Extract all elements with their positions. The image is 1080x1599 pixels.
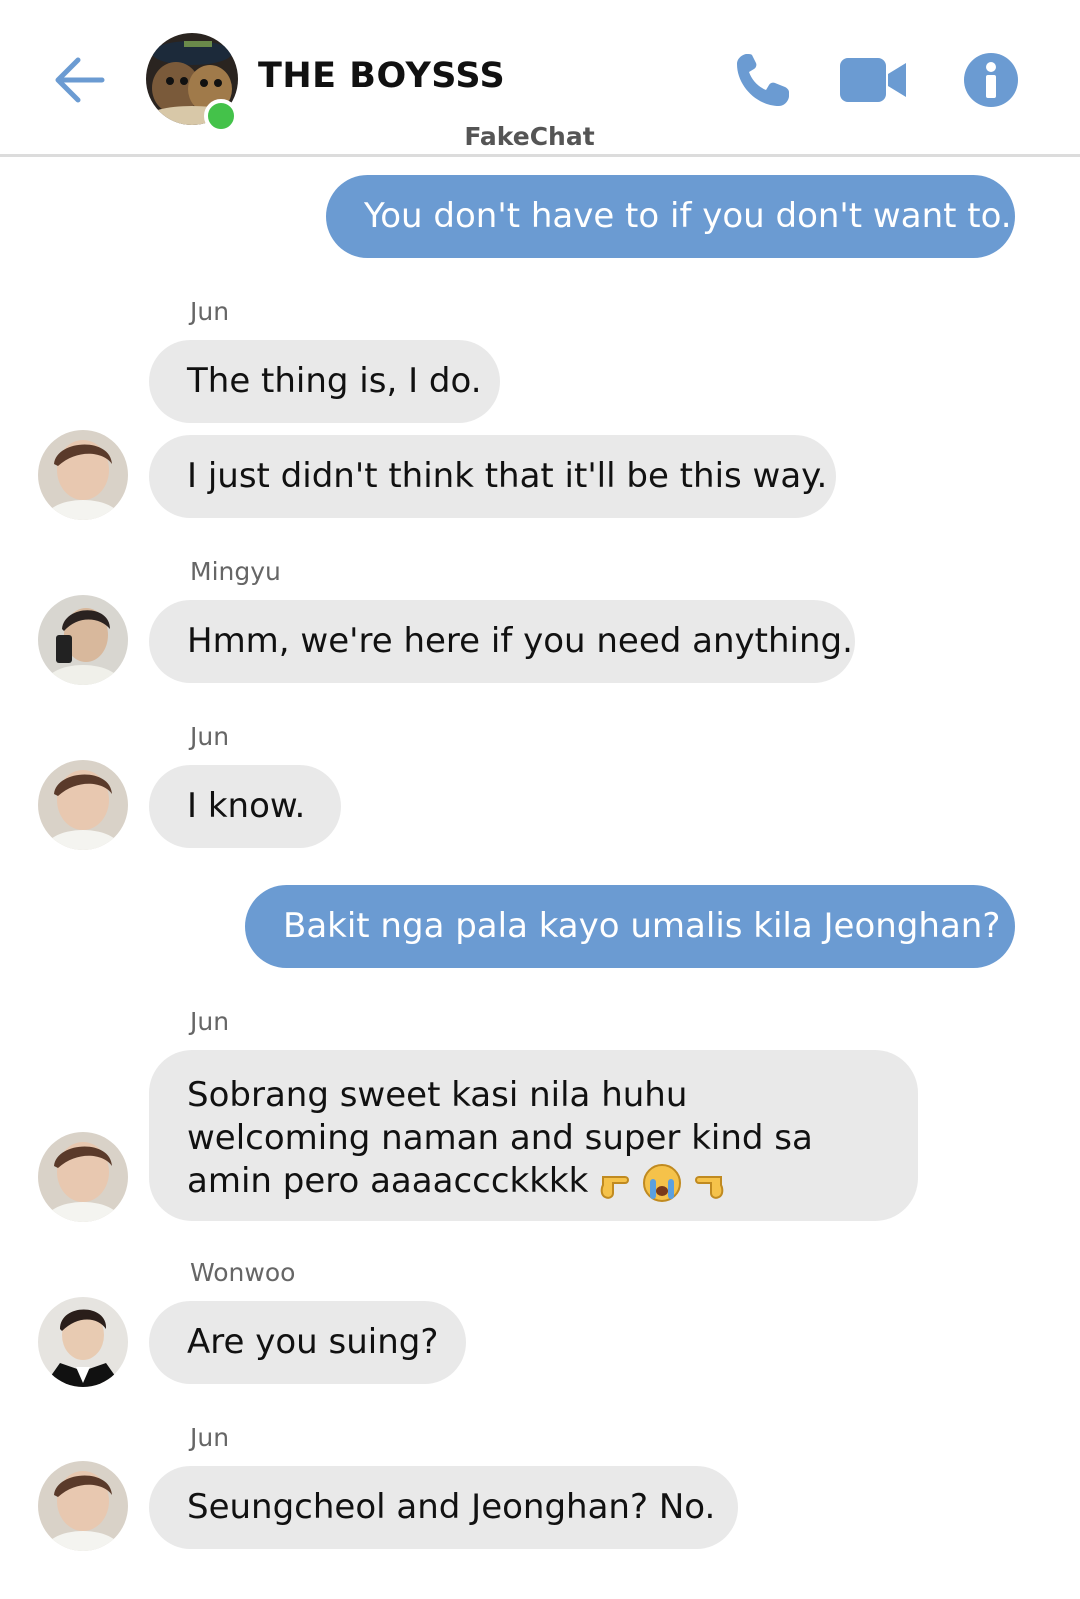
phone-icon[interactable]	[733, 50, 793, 110]
avatar-mingyu[interactable]	[38, 595, 128, 685]
incoming-message-bubble[interactable]: I just didn't think that it'll be this w…	[149, 435, 836, 518]
message-text: Seungcheol and Jeonghan? No.	[187, 1487, 716, 1527]
avatar-jun-image	[38, 760, 128, 850]
avatar-jun-image	[38, 1132, 128, 1222]
avatar-jun[interactable]	[38, 1461, 128, 1551]
sender-name: Jun	[190, 1007, 230, 1036]
chat-header: THE BOYSSS FakeChat	[0, 0, 1080, 157]
back-arrow-icon[interactable]	[52, 52, 108, 108]
avatar-jun[interactable]	[38, 430, 128, 520]
point-left-icon	[695, 1175, 724, 1199]
message-text: You don't have to if you don't want to.	[364, 196, 1012, 236]
incoming-message-bubble[interactable]: Sobrang sweet kasi nila huhu welcoming n…	[149, 1050, 918, 1221]
chat-subtitle: FakeChat	[464, 122, 595, 151]
incoming-message-bubble[interactable]: I know.	[149, 765, 341, 848]
crying-face-icon	[643, 1163, 682, 1202]
avatar-jun-image	[38, 430, 128, 520]
point-right-icon	[600, 1175, 630, 1199]
sender-name: Jun	[190, 297, 230, 326]
chat-title: THE BOYSSS	[258, 56, 506, 96]
avatar-wonwoo-image	[38, 1297, 128, 1387]
incoming-message-bubble[interactable]: Are you suing?	[149, 1301, 466, 1384]
message-text: Hmm, we're here if you need anything.	[187, 621, 853, 661]
incoming-message-bubble[interactable]: Hmm, we're here if you need anything.	[149, 600, 855, 683]
sender-name: Wonwoo	[190, 1258, 296, 1287]
avatar-jun[interactable]	[38, 1132, 128, 1222]
incoming-message-bubble[interactable]: Seungcheol and Jeonghan? No.	[149, 1466, 738, 1549]
sender-name: Mingyu	[190, 557, 281, 586]
avatar-jun-image	[38, 1461, 128, 1551]
incoming-message-bubble[interactable]: The thing is, I do.	[149, 340, 500, 423]
message-text: The thing is, I do.	[187, 361, 482, 401]
message-text: I just didn't think that it'll be this w…	[187, 456, 828, 496]
sender-name: Jun	[190, 722, 230, 751]
outgoing-message-bubble[interactable]: You don't have to if you don't want to.	[326, 175, 1015, 258]
info-icon[interactable]	[963, 52, 1019, 108]
message-text: Bakit nga pala kayo umalis kila Jeonghan…	[283, 906, 1001, 946]
video-camera-icon[interactable]	[838, 55, 908, 105]
avatar-mingyu-image	[38, 595, 128, 685]
outgoing-message-bubble[interactable]: Bakit nga pala kayo umalis kila Jeonghan…	[245, 885, 1015, 968]
avatar-wonwoo[interactable]	[38, 1297, 128, 1387]
emoji-group	[599, 1163, 725, 1203]
message-text: Are you suing?	[187, 1322, 439, 1362]
message-text: I know.	[187, 786, 306, 826]
sender-name: Jun	[190, 1423, 230, 1452]
avatar-jun[interactable]	[38, 760, 128, 850]
